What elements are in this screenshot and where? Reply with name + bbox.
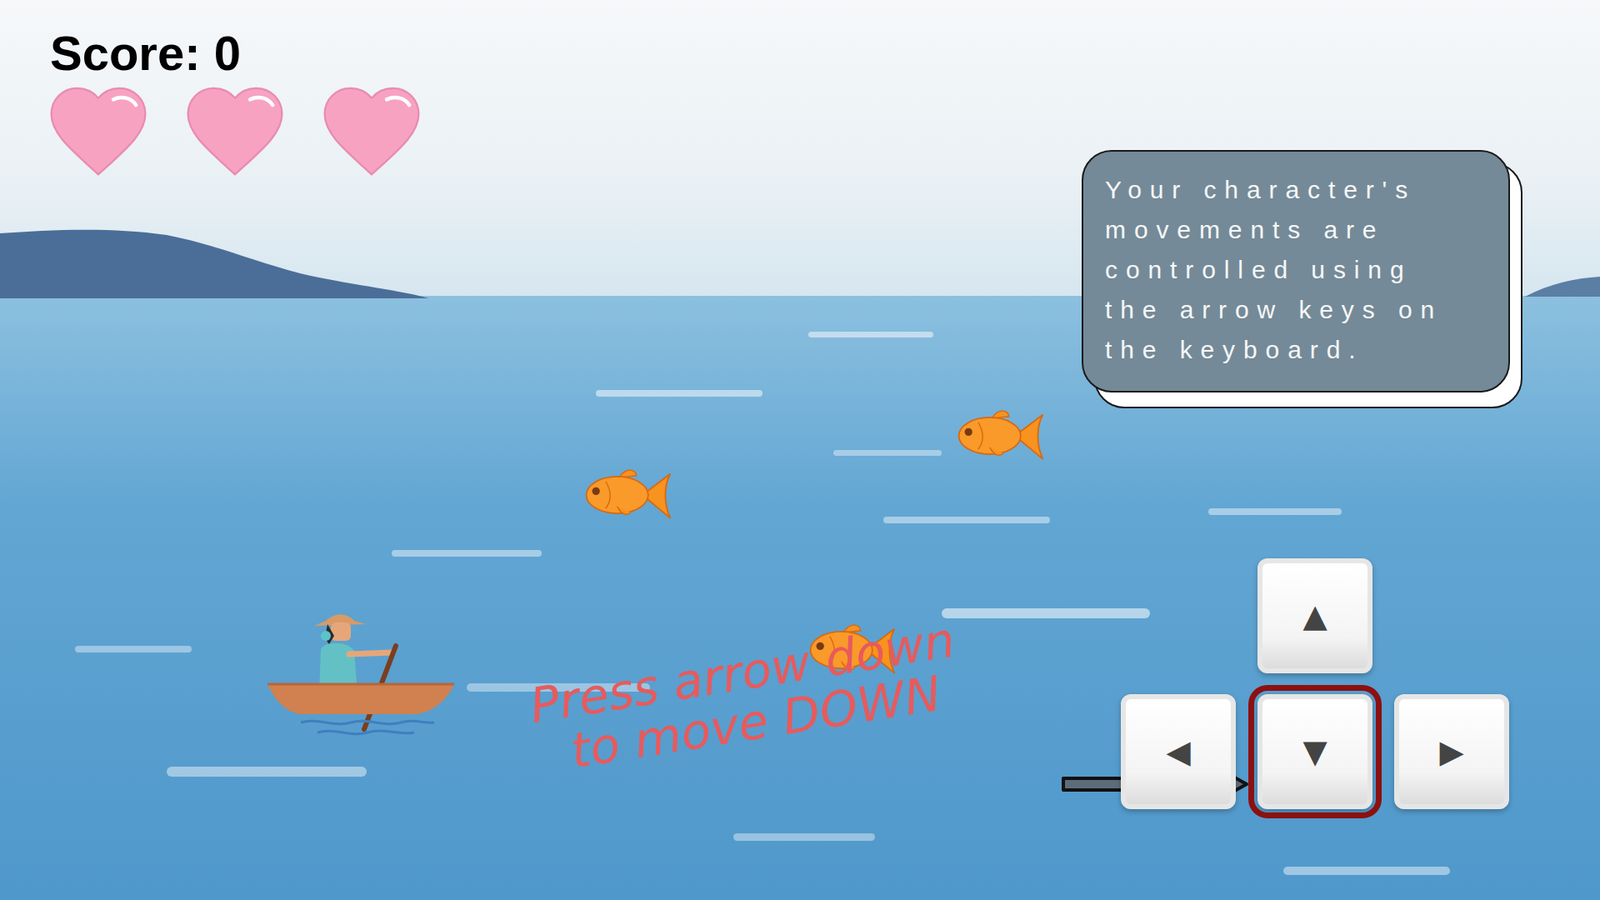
tooltip-text: Your character's movements are controlle…	[1105, 170, 1487, 370]
wave-streak	[391, 550, 542, 557]
arrow-key[interactable]: ▲	[1257, 558, 1373, 674]
game-canvas[interactable]: Score: 0 Your character's movements are …	[0, 0, 1600, 900]
arrow-key[interactable]: ▼	[1257, 694, 1373, 810]
wave-streak	[941, 608, 1150, 619]
wave-streak	[808, 331, 934, 338]
wave-streak	[833, 450, 942, 456]
heart-icon	[320, 85, 424, 178]
player-boat-icon	[267, 610, 455, 738]
arrow-key[interactable]: ▶	[1394, 694, 1510, 810]
hud: Score: 0	[50, 28, 424, 178]
key-label: ◀	[1165, 735, 1190, 768]
arrow-keys: ▲ ◀ ▼ ▶	[1120, 558, 1510, 810]
heart-icon	[46, 85, 150, 178]
island	[0, 226, 434, 299]
heart-icon	[183, 85, 287, 178]
key-label: ▼	[1302, 735, 1327, 768]
wave-streak	[166, 766, 367, 777]
key-label: ▶	[1439, 735, 1464, 768]
lives	[46, 85, 424, 178]
fish-icon	[949, 404, 1046, 468]
arrow-key[interactable]: ◀	[1120, 694, 1236, 810]
wave-streak	[75, 645, 192, 653]
wave-streak	[1208, 508, 1342, 515]
fish-icon	[576, 463, 674, 527]
island-right	[1525, 275, 1600, 297]
wave-streak	[595, 390, 763, 397]
wave-streak	[1283, 866, 1450, 875]
wave-streak	[733, 833, 875, 841]
key-label: ▲	[1302, 600, 1327, 632]
tooltip: Your character's movements are controlle…	[1081, 150, 1510, 393]
wave-streak	[883, 516, 1050, 524]
score-label: Score: 0	[50, 28, 424, 80]
